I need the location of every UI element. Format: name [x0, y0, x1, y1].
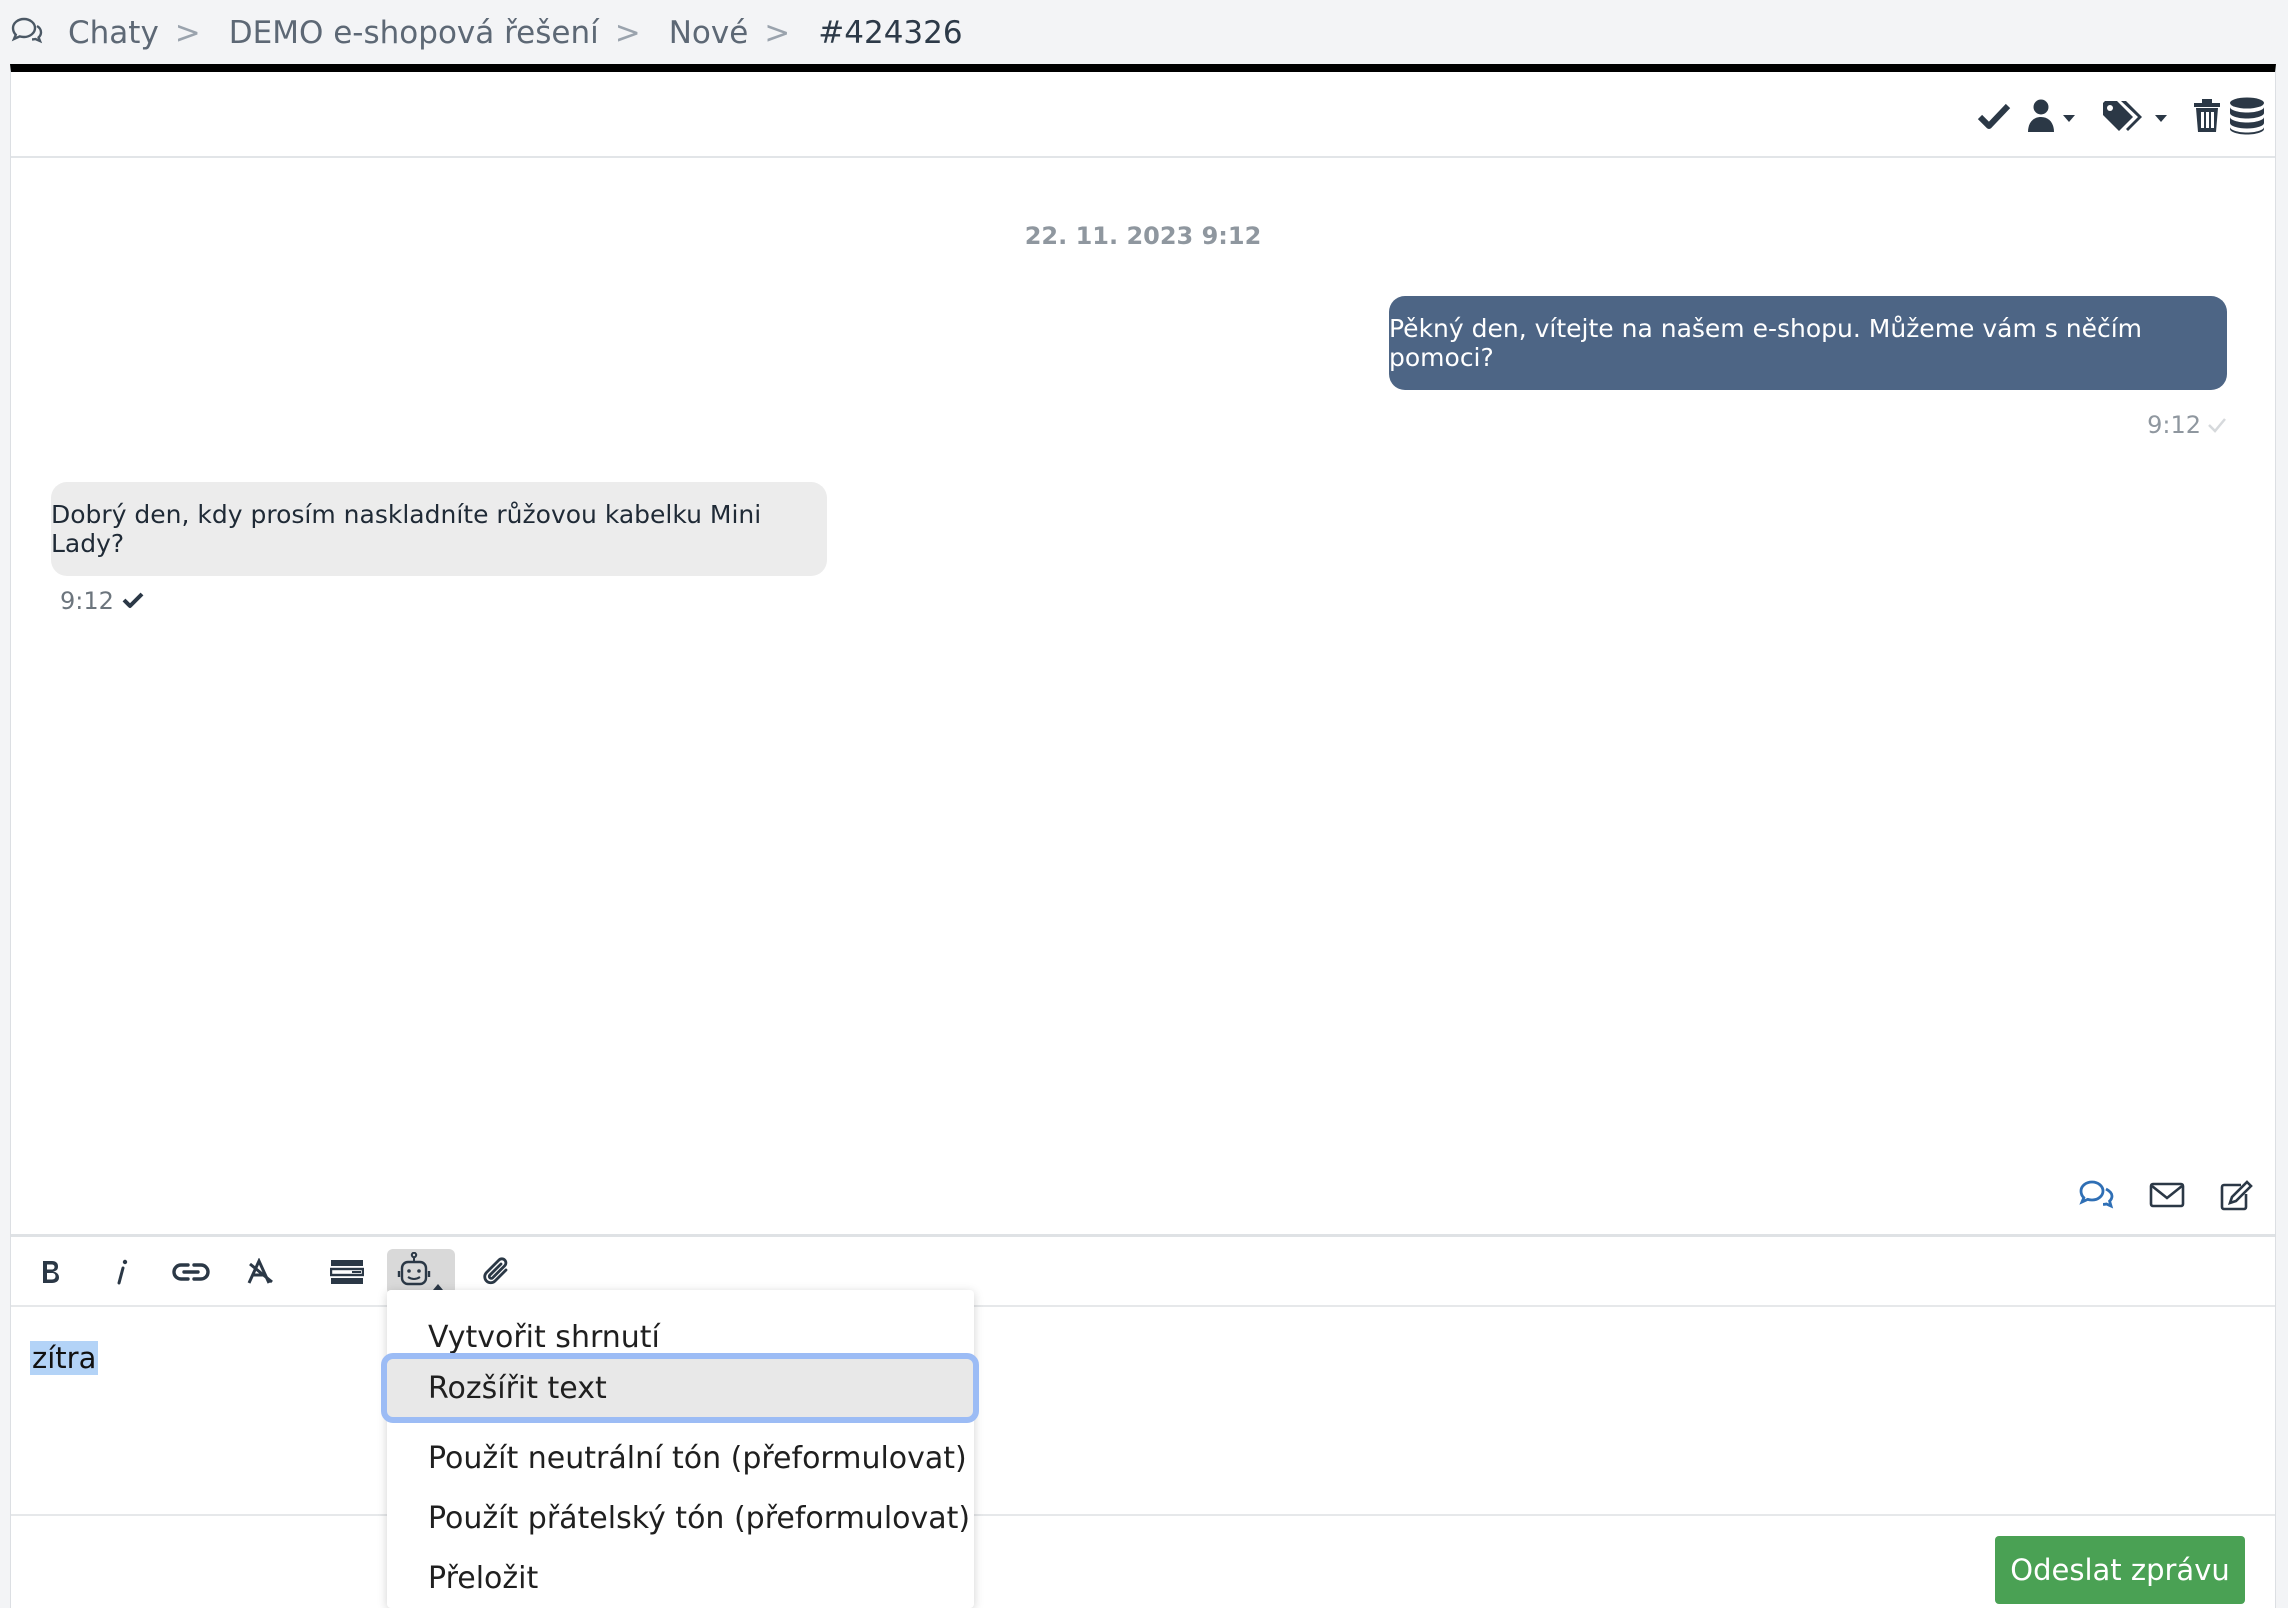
incoming-message-meta: 9:12	[60, 587, 144, 615]
sent-check-icon	[2207, 411, 2227, 439]
reply-channel-switcher	[2079, 1180, 2253, 1212]
incoming-message-text: Dobrý den, kdy prosím naskladníte růžovo…	[51, 500, 762, 558]
chat-panel: 22. 11. 2023 9:12 Pěkný den, vítejte na …	[10, 64, 2276, 1608]
link-icon[interactable]	[171, 1249, 211, 1295]
resolve-check-icon[interactable]	[1977, 96, 2011, 136]
clear-format-icon[interactable]	[241, 1249, 281, 1295]
breadcrumb-current-ticket: #424326	[818, 15, 963, 51]
ai-assistant-menu: Vytvořit shrnutí Rozšířit text Použít ne…	[381, 1290, 979, 1608]
incoming-message-time: 9:12	[60, 587, 114, 615]
trash-icon[interactable]	[2193, 96, 2221, 136]
attachment-icon[interactable]	[477, 1249, 517, 1295]
breadcrumb-separator: >	[614, 15, 641, 51]
editor-selected-text[interactable]: zítra	[30, 1341, 99, 1375]
read-check-icon	[122, 587, 144, 615]
editor-toolbar	[11, 1237, 2275, 1307]
incoming-message: Dobrý den, kdy prosím naskladníte růžovo…	[51, 482, 827, 576]
menu-item-neutral-tone[interactable]: Použít neutrální tón (přeformulovat)	[387, 1428, 974, 1488]
ticket-toolbar	[11, 72, 2275, 158]
italic-icon[interactable]	[107, 1249, 137, 1295]
menu-item-translate[interactable]: Přeložit	[387, 1548, 974, 1608]
breadcrumb-nove[interactable]: Nové	[669, 15, 749, 51]
note-edit-icon[interactable]	[2219, 1180, 2253, 1212]
menu-item-expand-text[interactable]: Rozšířit text	[381, 1353, 979, 1423]
breadcrumb-chaty[interactable]: Chaty	[68, 15, 159, 51]
chat-bubbles-icon	[10, 16, 44, 50]
ai-robot-icon[interactable]	[387, 1249, 455, 1295]
outgoing-message: Pěkný den, vítejte na našem e-shopu. Můž…	[1389, 296, 2227, 390]
breadcrumb-demo[interactable]: DEMO e-shopová řešení	[229, 15, 599, 51]
menu-item-friendly-tone[interactable]: Použít přátelský tón (přeformulovat)	[387, 1488, 974, 1548]
template-icon[interactable]	[327, 1249, 367, 1295]
chat-channel-icon[interactable]	[2079, 1180, 2115, 1212]
breadcrumb-separator: >	[174, 15, 201, 51]
email-channel-icon[interactable]	[2149, 1180, 2185, 1212]
assign-user-icon[interactable]	[2027, 96, 2077, 136]
outgoing-message-text: Pěkný den, vítejte na našem e-shopu. Můž…	[1389, 314, 2143, 372]
bold-icon[interactable]	[31, 1249, 71, 1295]
send-message-button[interactable]: Odeslat zprávu	[1995, 1536, 2245, 1604]
message-editor[interactable]: zítra	[11, 1234, 2275, 1512]
outgoing-message-time: 9:12	[2147, 411, 2201, 439]
footer-divider	[11, 1514, 2275, 1516]
date-separator: 22. 11. 2023 9:12	[1024, 222, 1262, 250]
database-icon[interactable]	[2229, 96, 2265, 136]
breadcrumb-separator: >	[764, 15, 791, 51]
tags-icon[interactable]	[2101, 96, 2169, 136]
breadcrumb: Chaty > DEMO e-shopová řešení > Nové > #…	[0, 0, 2288, 66]
outgoing-message-meta: 9:12	[2147, 411, 2227, 439]
